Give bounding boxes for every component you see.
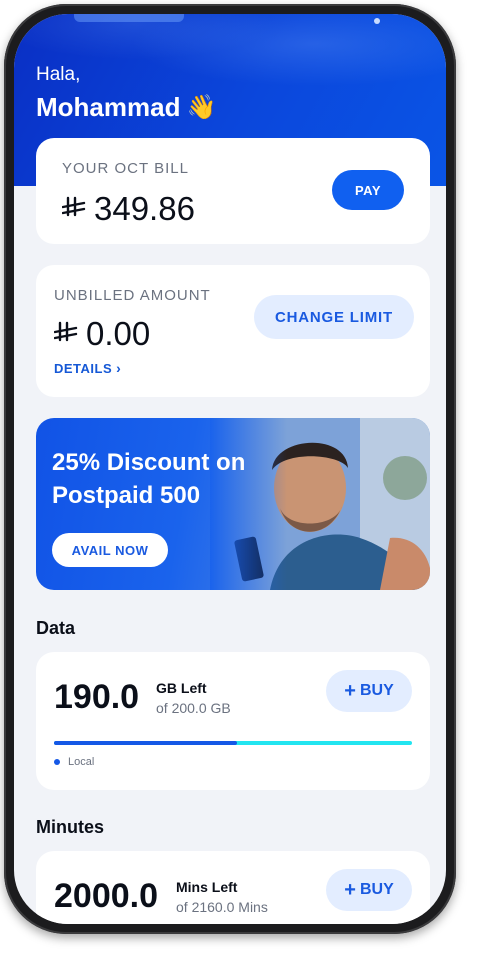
bill-amount: 349.86 xyxy=(94,190,195,227)
minutes-section-title: Minutes xyxy=(36,817,105,837)
minutes-total-label: of 2160.0 Mins xyxy=(176,899,268,915)
user-name-row: Mohammad 👋 xyxy=(36,92,216,123)
bill-label: YOUR OCT BILL xyxy=(62,160,189,177)
data-progress-bar xyxy=(54,741,412,745)
wave-icon: 👋 xyxy=(186,94,217,121)
details-link[interactable]: DETAILS › xyxy=(54,360,121,376)
details-label: DETAILS xyxy=(54,360,113,376)
user-name: Mohammad xyxy=(36,92,181,122)
greeting: Hala, Mohammad 👋 xyxy=(36,64,216,123)
data-usage-card: 190.0 GB Left of 200.0 GB + BUY Local xyxy=(36,652,430,790)
chevron-right-icon: › xyxy=(116,360,122,376)
legend-label: Local xyxy=(68,756,95,768)
riyal-currency-icon xyxy=(53,321,78,348)
avail-now-button[interactable]: AVAIL NOW xyxy=(52,533,168,567)
greeting-text: Hala, xyxy=(36,64,81,85)
minutes-unit-label: Mins Left xyxy=(176,879,238,895)
minutes-buy-button[interactable]: + BUY xyxy=(326,869,412,911)
unbilled-card: UNBILLED AMOUNT 0.00 CHANGE LIMIT DETAIL… xyxy=(36,265,430,397)
data-total-label: of 200.0 GB xyxy=(156,700,231,716)
plus-icon: + xyxy=(344,878,356,901)
data-remaining: 190.0 xyxy=(54,678,140,716)
data-legend: Local xyxy=(54,756,94,768)
riyal-currency-icon xyxy=(61,196,86,223)
phone-frame: Hala, Mohammad 👋 YOUR OCT BILL 349.86 PA… xyxy=(4,4,456,934)
buy-label: BUY xyxy=(359,881,394,898)
data-section-title: Data xyxy=(36,618,76,638)
bill-amount-row: 349.86 xyxy=(61,190,195,228)
unbilled-amount: 0.00 xyxy=(86,315,151,352)
status-dot xyxy=(374,18,380,24)
minutes-usage-card: 2000.0 Mins Left of 2160.0 Mins + BUY xyxy=(36,851,430,924)
buy-label: BUY xyxy=(359,682,394,699)
data-progress-fill xyxy=(54,741,237,745)
promo-banner[interactable]: 25% Discount on Postpaid 500 AVAIL NOW xyxy=(36,418,430,590)
legend-dot xyxy=(54,759,60,765)
app-screen: Hala, Mohammad 👋 YOUR OCT BILL 349.86 PA… xyxy=(14,14,446,924)
unbilled-amount-row: 0.00 xyxy=(53,315,151,353)
unbilled-label: UNBILLED AMOUNT xyxy=(54,287,211,304)
data-unit-label: GB Left xyxy=(156,680,207,696)
change-limit-button[interactable]: CHANGE LIMIT xyxy=(254,295,414,339)
pay-button[interactable]: PAY xyxy=(332,170,404,210)
data-buy-button[interactable]: + BUY xyxy=(326,670,412,712)
plus-icon: + xyxy=(344,679,356,702)
bill-card: YOUR OCT BILL 349.86 PAY xyxy=(36,138,430,244)
promo-title: 25% Discount on Postpaid 500 xyxy=(52,449,246,509)
minutes-remaining: 2000.0 xyxy=(54,877,158,915)
notch-hint xyxy=(74,14,184,22)
